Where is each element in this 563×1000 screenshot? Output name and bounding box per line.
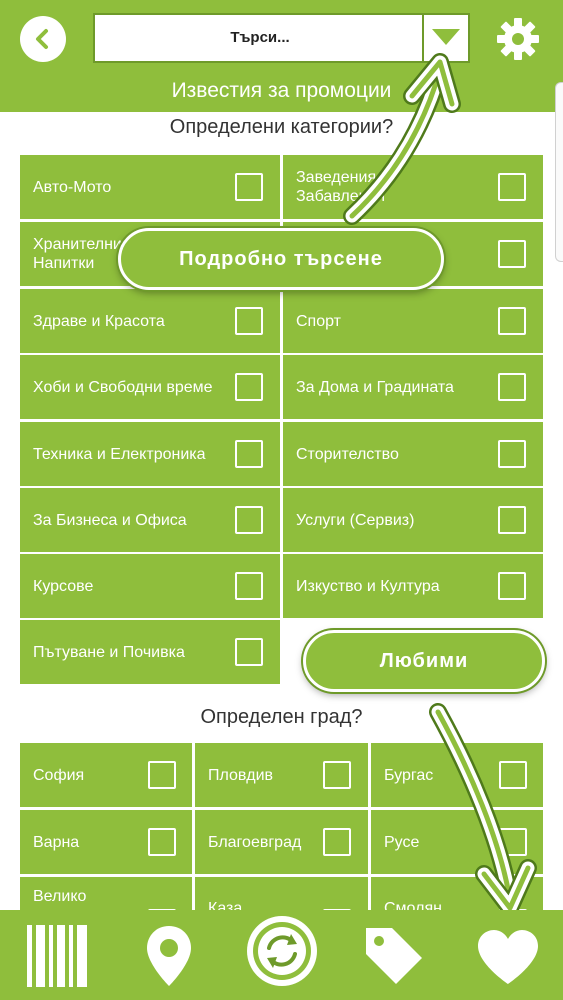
city-label: Пловдив (208, 766, 274, 784)
category-home-garden[interactable]: За Дома и Градината (283, 355, 543, 419)
city-label: София (33, 766, 85, 784)
categories-title: Определени категории? (169, 116, 394, 138)
category-label: За Бизнеса и Офиса (33, 511, 187, 529)
location-pin-icon (147, 926, 191, 986)
category-venues-entertainment[interactable]: Заведения Забавления (283, 155, 543, 219)
category-services[interactable]: Услуги (Сервиз) (283, 488, 543, 552)
refresh-icon (247, 916, 317, 986)
settings-button[interactable] (494, 15, 542, 63)
city-label: Благоевград (208, 833, 302, 851)
city-ruse[interactable]: Русе (371, 810, 543, 874)
category-courses[interactable]: Курсове (20, 554, 280, 618)
category-label: Пътуване и Почивка (33, 643, 185, 661)
category-label: Сторителство (296, 445, 399, 463)
city-blagoevgrad[interactable]: Благоевград (195, 810, 368, 874)
search-placeholder: Търси... (230, 29, 290, 46)
city-plovdiv[interactable]: Пловдив (195, 743, 368, 807)
category-hobby[interactable]: Хоби и Свободни време (20, 355, 280, 419)
triangle-down-icon (432, 29, 460, 45)
category-checkbox[interactable] (498, 506, 526, 534)
favorites-button[interactable]: Любими (303, 630, 545, 692)
city-label: Варна (33, 833, 80, 851)
city-varna[interactable]: Варна (20, 810, 192, 874)
city-burgas[interactable]: Бургас (371, 743, 543, 807)
category-business-office[interactable]: За Бизнеса и Офиса (20, 488, 280, 552)
nav-favorites[interactable] (476, 928, 540, 991)
city-label: Бургас (384, 766, 434, 784)
category-checkbox[interactable] (498, 240, 526, 268)
city-checkbox[interactable] (499, 828, 527, 856)
tag-icon (366, 928, 422, 984)
city-label: Велико (33, 888, 87, 905)
city-checkbox[interactable] (148, 761, 176, 789)
page-title: Известия за промоции (171, 79, 392, 102)
category-checkbox[interactable] (235, 638, 263, 666)
category-checkbox[interactable] (498, 173, 526, 201)
category-checkbox[interactable] (235, 173, 263, 201)
category-label: Спорт (296, 312, 341, 330)
barcode-icon (27, 925, 87, 987)
search-field[interactable]: Търси... (93, 13, 470, 63)
scroll-handle[interactable] (555, 82, 563, 262)
category-label: Хоби и Свободни време (33, 378, 213, 396)
category-checkbox[interactable] (235, 440, 263, 468)
back-button[interactable] (20, 16, 66, 62)
gear-icon (497, 18, 539, 60)
category-art-culture[interactable]: Изкуство и Култура (283, 554, 543, 618)
nav-refresh[interactable] (245, 914, 319, 993)
chevron-left-icon (36, 29, 48, 49)
category-checkbox[interactable] (235, 373, 263, 401)
nav-location[interactable] (145, 924, 193, 993)
category-checkbox[interactable] (498, 373, 526, 401)
category-checkbox[interactable] (235, 307, 263, 335)
category-label: Авто-Мото (33, 178, 112, 196)
category-sport[interactable]: Спорт (283, 289, 543, 353)
category-label: Услуги (Сервиз) (296, 511, 415, 529)
nav-promotions[interactable] (362, 924, 426, 993)
top-bar: Търси... Известия за промоции (0, 0, 563, 112)
nav-barcode[interactable] (27, 925, 87, 992)
category-construction[interactable]: Сторителство (283, 422, 543, 486)
category-label: Заведения Забавления (296, 169, 386, 205)
city-checkbox[interactable] (323, 828, 351, 856)
city-checkbox[interactable] (148, 828, 176, 856)
city-sofia[interactable]: София (20, 743, 192, 807)
city-checkbox[interactable] (499, 761, 527, 789)
category-travel[interactable]: Пътуване и Почивка (20, 620, 280, 684)
bottom-nav (0, 910, 563, 1000)
city-label: Русе (384, 833, 420, 851)
search-dropdown-button[interactable] (422, 15, 468, 61)
heart-icon (478, 930, 538, 984)
cities-title: Определен град? (200, 706, 363, 728)
category-checkbox[interactable] (498, 440, 526, 468)
category-label: Техника и Електроника (33, 445, 206, 463)
category-checkbox[interactable] (235, 506, 263, 534)
category-label: Изкуство и Култура (296, 577, 440, 595)
advanced-search-button[interactable]: Подробно търсене (118, 228, 444, 290)
category-label: Курсове (33, 577, 94, 595)
category-tech-electronics[interactable]: Техника и Електроника (20, 422, 280, 486)
category-auto-moto[interactable]: Авто-Мото (20, 155, 280, 219)
category-health-beauty[interactable]: Здраве и Красота (20, 289, 280, 353)
city-checkbox[interactable] (323, 761, 351, 789)
category-label: За Дома и Градината (296, 378, 454, 396)
category-checkbox[interactable] (235, 572, 263, 600)
category-checkbox[interactable] (498, 572, 526, 600)
category-checkbox[interactable] (498, 307, 526, 335)
category-label: Здраве и Красота (33, 312, 165, 330)
